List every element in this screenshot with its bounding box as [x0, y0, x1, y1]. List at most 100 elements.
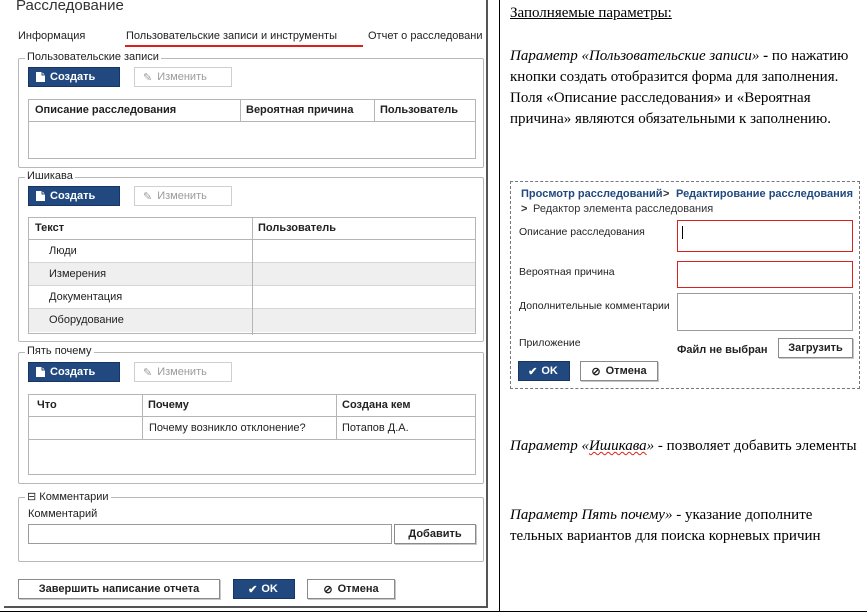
row-text: Оборудование — [49, 314, 124, 326]
ok-label: OK — [541, 365, 558, 377]
create-label: Создать — [50, 190, 96, 202]
comments-legend-text: Комментарии — [39, 491, 109, 503]
edit-label: Изменить — [157, 366, 207, 378]
edit-label: Изменить — [157, 71, 207, 83]
cancel-label: Отмена — [337, 583, 379, 595]
cancel-icon: ⊘ — [323, 583, 333, 596]
doc-paragraph-user-records: Параметр «Пользовательские записи» - по … — [510, 46, 862, 130]
section-legend: Ишикава — [25, 170, 75, 182]
user-records-section: Пользовательские записи Создать ✎ Измени… — [18, 51, 484, 168]
probable-cause-input[interactable] — [677, 261, 853, 288]
document-icon — [36, 367, 45, 377]
table-header: Что Почему Создана кем — [29, 395, 475, 417]
term: Параметр Пять почему» — [510, 507, 673, 523]
five-whys-section: Пять почему Создать ✎ Изменить Что Почем… — [18, 345, 484, 484]
breadcrumb-separator: > — [663, 188, 670, 200]
section-legend: ⊟ Комментарии — [25, 490, 111, 503]
cancel-icon: ⊘ — [591, 365, 601, 378]
dash: - — [759, 48, 772, 64]
breadcrumb-current: Редактор элемента расследования — [533, 203, 714, 215]
additional-comments-label: Дополнительные комментарии — [519, 300, 670, 312]
row-text: Измерения — [49, 268, 107, 280]
text: Поля «Описание расследования» и «Вероятн… — [510, 90, 831, 127]
pencil-icon: ✎ — [143, 366, 153, 379]
column-header: Пользователь — [380, 104, 459, 116]
add-comment-button[interactable]: Добавить — [394, 524, 476, 544]
edit-ishikawa-button[interactable]: ✎ Изменить — [134, 186, 232, 206]
column-divider — [252, 240, 253, 335]
row-text: Люди — [49, 245, 77, 257]
text-cursor — [682, 226, 683, 239]
ok-button[interactable]: ✔ OK — [233, 579, 295, 599]
table-header: Описание расследования Вероятная причина… — [29, 100, 475, 122]
pencil-icon: ✎ — [143, 71, 153, 84]
tab-investigation-report[interactable]: Отчет о расследовани — [368, 30, 482, 42]
edit-user-record-button[interactable]: ✎ Изменить — [134, 67, 232, 87]
term-word: Ишикава — [588, 438, 647, 454]
finish-report-button[interactable]: Завершить написание отчета — [18, 579, 220, 599]
ishikawa-table: Текст Пользователь Люди Измерения Докуме… — [28, 217, 476, 335]
create-ishikawa-button[interactable]: Создать — [28, 186, 120, 206]
attachment-label: Приложение — [519, 337, 581, 349]
inset-ok-button[interactable]: ✔ OK — [518, 361, 570, 381]
breadcrumb-edit[interactable]: Редактирование расследования — [676, 188, 853, 200]
cancel-label: Отмена — [605, 365, 647, 377]
check-icon: ✔ — [248, 583, 258, 596]
column-divider — [240, 100, 241, 122]
upload-button[interactable]: Загрузить — [778, 338, 853, 358]
ok-label: OK — [261, 583, 278, 595]
doc-paragraph-ishikawa: Параметр «Ишикава» - позволяет добавить … — [510, 436, 862, 457]
probable-cause-label: Вероятная причина — [519, 266, 615, 278]
column-header: Пользователь — [258, 222, 337, 234]
breadcrumb-view[interactable]: Просмотр расследований — [521, 188, 663, 200]
row-why: Почему возникло отклонение? — [149, 422, 306, 434]
doc-heading: Заполняемые параметры: — [510, 5, 672, 21]
create-label: Создать — [50, 366, 96, 378]
comment-label: Комментарий — [28, 508, 98, 520]
ishikawa-section: Ишикава Создать ✎ Изменить Текст Пользов… — [18, 170, 484, 342]
tab-information[interactable]: Информация — [18, 30, 85, 42]
create-label: Создать — [50, 71, 96, 83]
collapse-icon[interactable]: ⊟ — [27, 491, 36, 503]
edit-five-whys-button[interactable]: ✎ Изменить — [134, 362, 232, 382]
column-header: Почему — [148, 399, 189, 411]
check-icon: ✔ — [528, 365, 538, 378]
column-divider — [374, 100, 375, 122]
description-input[interactable] — [677, 220, 853, 252]
section-legend: Пользовательские записи — [25, 51, 161, 63]
element-editor-form: Просмотр расследований > Редактирование … — [510, 181, 860, 389]
active-tab-indicator — [125, 45, 363, 47]
pencil-icon: ✎ — [143, 190, 153, 203]
term: Параметр «Пользовательские записи» — [510, 48, 760, 64]
text: - позволяет добавить элементы — [654, 438, 857, 454]
user-records-table: Описание расследования Вероятная причина… — [28, 99, 476, 159]
document-icon — [36, 72, 45, 82]
table-row[interactable]: Почему возникло отклонение? Потапов Д.А. — [29, 417, 475, 440]
column-header: Текст — [35, 222, 65, 234]
page-title: Расследование — [16, 0, 124, 14]
create-user-record-button[interactable]: Создать — [28, 67, 120, 87]
column-header: Вероятная причина — [246, 104, 354, 116]
description-label: Описание расследования — [519, 226, 645, 238]
section-legend: Пять почему — [25, 345, 94, 357]
column-header: Что — [37, 399, 57, 411]
table-bottom-border — [0, 611, 867, 612]
cancel-button[interactable]: ⊘ Отмена — [307, 579, 395, 599]
additional-comments-input[interactable] — [677, 293, 853, 331]
document-icon — [36, 191, 45, 201]
tab-user-records-tools[interactable]: Пользовательские записи и инструменты — [126, 30, 337, 42]
comments-section: ⊟ Комментарии Комментарий Добавить — [18, 490, 484, 562]
inset-cancel-button[interactable]: ⊘ Отмена — [580, 361, 658, 381]
term-prefix: Параметр « — [510, 438, 589, 454]
tab-bar: Информация Пользовательские записи и инс… — [18, 30, 486, 48]
investigation-window: Расследование Информация Пользовательски… — [4, 0, 488, 608]
doc-paragraph-five-whys: Параметр Пять почему» - указание дополни… — [510, 505, 862, 547]
comment-input[interactable] — [28, 524, 392, 544]
no-file-text: Файл не выбран — [677, 344, 768, 356]
breadcrumb-separator: > — [521, 203, 528, 215]
create-five-whys-button[interactable]: Создать — [28, 362, 120, 382]
five-whys-table: Что Почему Создана кем Почему возникло о… — [28, 394, 476, 475]
column-header: Создана кем — [342, 399, 411, 411]
row-text: Документация — [49, 291, 123, 303]
row-created-by: Потапов Д.А. — [342, 422, 409, 434]
